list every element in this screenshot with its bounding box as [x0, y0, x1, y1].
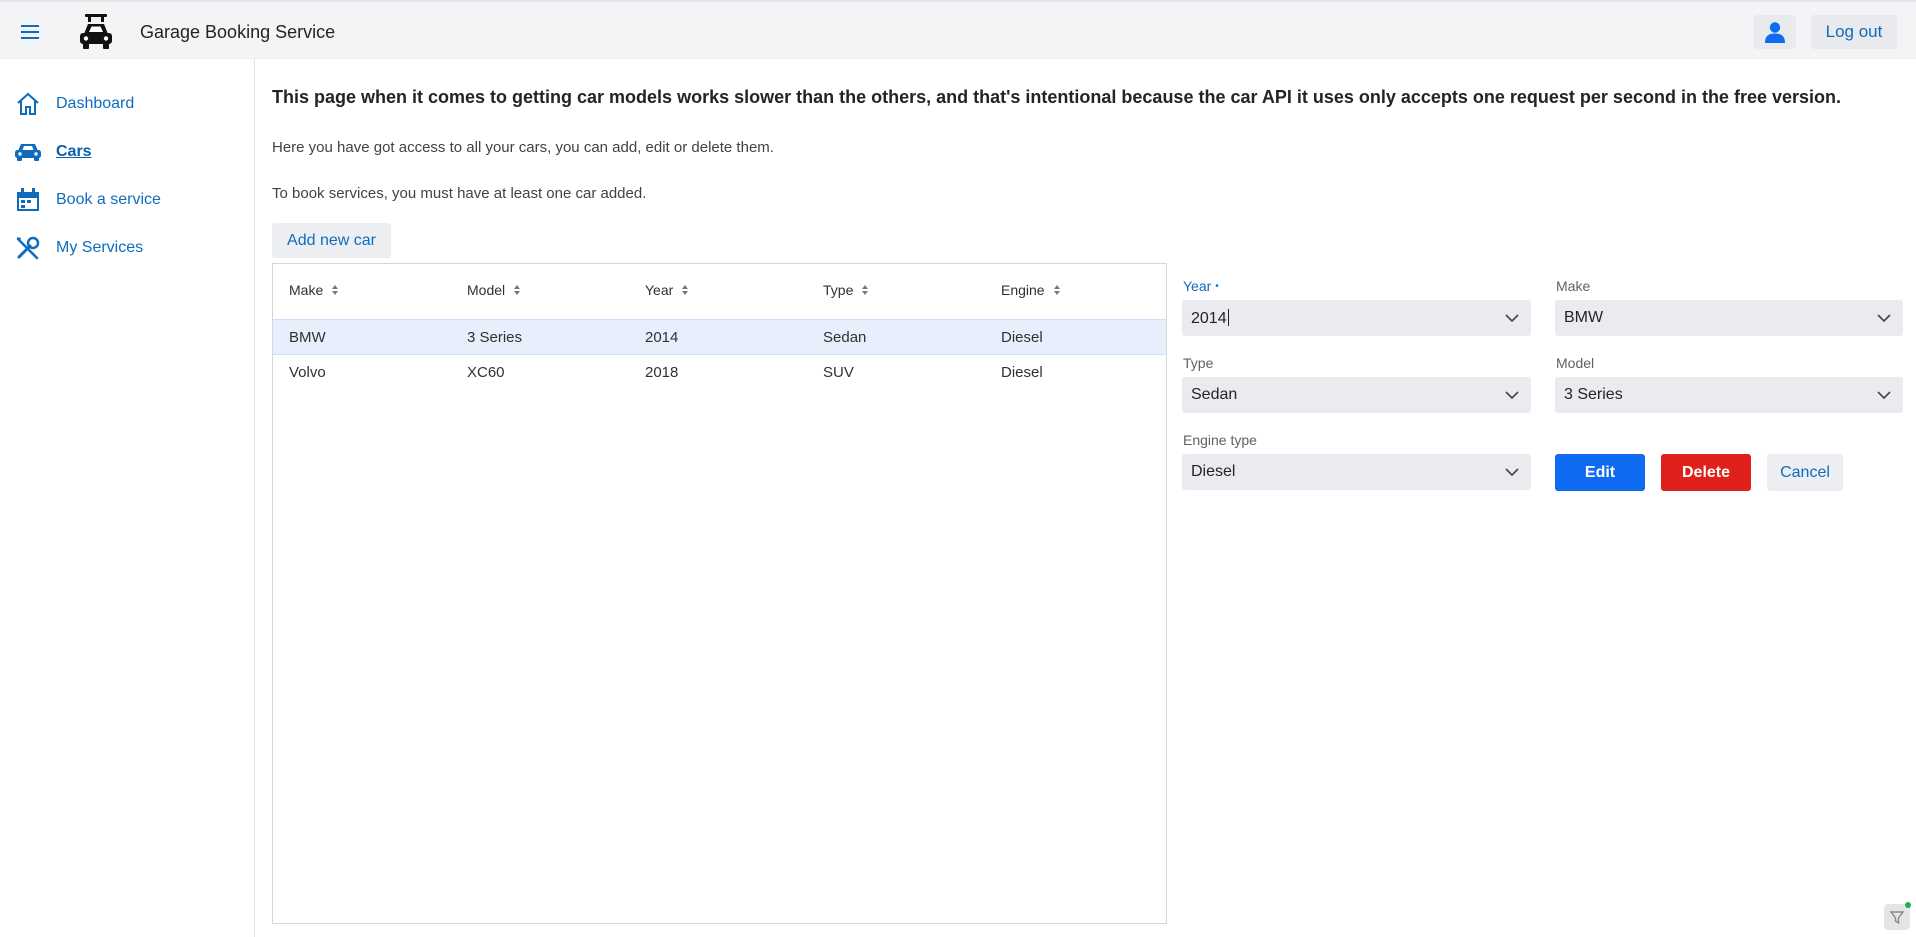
chevron-down-icon — [1877, 314, 1891, 323]
hamburger-menu-icon[interactable] — [16, 18, 44, 46]
cell-engine: Diesel — [1001, 329, 1043, 346]
engine-type-label: Engine type — [1183, 432, 1257, 448]
api-notice: This page when it comes to getting car m… — [272, 87, 1841, 107]
user-profile-button[interactable] — [1754, 15, 1796, 49]
sidebar-item-label: Book a service — [56, 191, 161, 208]
sidebar-item-dashboard[interactable]: Dashboard — [14, 89, 134, 119]
logout-button[interactable]: Log out — [1811, 15, 1897, 49]
app-title: Garage Booking Service — [140, 22, 336, 42]
sidebar-item-cars[interactable]: Cars — [14, 137, 92, 167]
car-logo-icon — [76, 12, 116, 52]
cell-type: SUV — [823, 364, 854, 381]
year-label: Year • — [1183, 278, 1219, 294]
calendar-icon — [14, 186, 42, 214]
cars-table: Make Model Year Type Engine BMW 3 Series… — [272, 263, 1167, 924]
chevron-down-icon — [1505, 468, 1519, 477]
sort-icon — [514, 285, 521, 295]
top-bar: Garage Booking Service Log out — [0, 0, 1916, 59]
required-mark: • — [1215, 281, 1219, 292]
model-label: Model — [1556, 355, 1595, 371]
car-icon — [14, 138, 42, 166]
column-header-engine[interactable]: Engine — [1001, 282, 1061, 298]
funnel-icon — [1889, 911, 1905, 925]
requirement-text: To book services, you must have at least… — [272, 185, 647, 202]
cell-model: XC60 — [467, 364, 505, 381]
cell-make: Volvo — [289, 364, 326, 381]
cell-type: Sedan — [823, 329, 867, 346]
cell-make: BMW — [289, 329, 326, 346]
table-header: Make Model Year Type Engine — [273, 264, 1166, 318]
sidebar-item-label: My Services — [56, 239, 144, 256]
add-new-car-button[interactable]: Add new car — [272, 223, 391, 258]
make-value: BMW — [1564, 309, 1604, 326]
table-row[interactable]: BMW 3 Series 2014 Sedan Diesel — [273, 319, 1166, 355]
cell-year: 2018 — [645, 364, 679, 381]
model-value: 3 Series — [1564, 386, 1623, 403]
cell-year: 2014 — [645, 329, 679, 346]
engine-type-value: Diesel — [1191, 463, 1236, 480]
make-select[interactable]: BMW — [1555, 300, 1903, 336]
sort-icon — [862, 285, 869, 295]
sort-icon — [682, 285, 689, 295]
model-select[interactable]: 3 Series — [1555, 377, 1903, 413]
tools-icon — [14, 234, 42, 262]
column-header-model[interactable]: Model — [467, 282, 521, 298]
sidebar: Dashboard Cars Book a service My Service… — [0, 59, 255, 937]
delete-button[interactable]: Delete — [1661, 454, 1751, 491]
sidebar-item-label: Cars — [56, 143, 92, 160]
sidebar-item-my-services[interactable]: My Services — [14, 233, 143, 263]
text-caret — [1227, 309, 1229, 326]
table-row[interactable]: Volvo XC60 2018 SUV Diesel — [273, 355, 1166, 391]
sidebar-item-label: Dashboard — [56, 95, 135, 112]
chevron-down-icon — [1505, 391, 1519, 400]
cancel-button[interactable]: Cancel — [1767, 454, 1843, 491]
sidebar-item-book-service[interactable]: Book a service — [14, 185, 161, 215]
sort-icon — [332, 285, 339, 295]
cell-engine: Diesel — [1001, 364, 1043, 381]
intro-text: Here you have got access to all your car… — [272, 139, 774, 156]
column-header-make[interactable]: Make — [289, 282, 339, 298]
status-dot — [1905, 902, 1911, 908]
year-select[interactable]: 2014 — [1182, 300, 1531, 336]
column-header-type[interactable]: Type — [823, 282, 869, 298]
user-icon — [1765, 22, 1785, 43]
cell-model: 3 Series — [467, 329, 523, 346]
type-value: Sedan — [1191, 386, 1238, 403]
home-icon — [14, 90, 42, 118]
year-value: 2014 — [1191, 310, 1227, 327]
type-label: Type — [1183, 355, 1214, 371]
engine-type-select[interactable]: Diesel — [1182, 454, 1531, 490]
chevron-down-icon — [1877, 391, 1891, 400]
edit-button[interactable]: Edit — [1555, 454, 1645, 491]
feedback-widget-button[interactable] — [1884, 902, 1911, 930]
make-label: Make — [1556, 278, 1591, 294]
sort-icon — [1053, 285, 1060, 295]
column-header-year[interactable]: Year — [645, 282, 689, 298]
chevron-down-icon — [1505, 314, 1519, 323]
type-select[interactable]: Sedan — [1182, 377, 1531, 413]
